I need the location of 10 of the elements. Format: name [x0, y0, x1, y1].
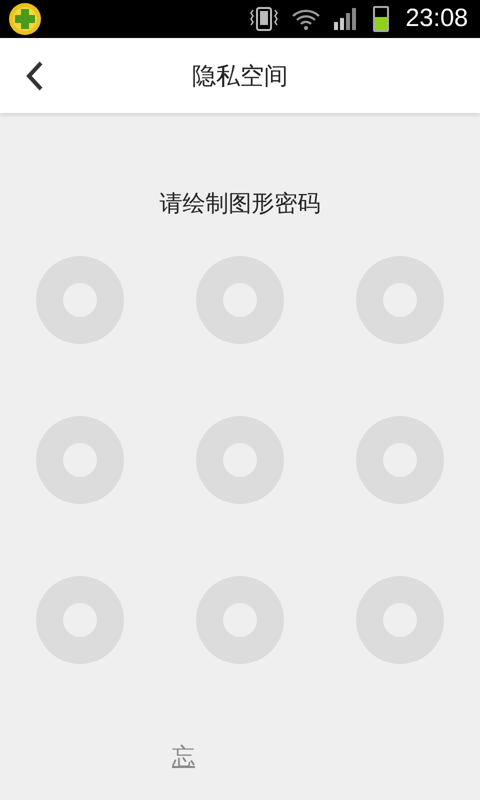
prompt-text: 请绘制图形密码 — [160, 190, 320, 219]
forgot-link[interactable]: 忘 — [172, 744, 195, 770]
back-icon — [25, 60, 45, 92]
signal-icon — [333, 8, 358, 30]
clock: 23:08 — [405, 3, 468, 34]
battery-icon — [373, 6, 390, 32]
app-logo-icon — [8, 2, 42, 36]
page-title: 隐私空间 — [192, 60, 288, 92]
vibrate-icon — [249, 6, 280, 32]
wifi-icon — [291, 7, 322, 31]
